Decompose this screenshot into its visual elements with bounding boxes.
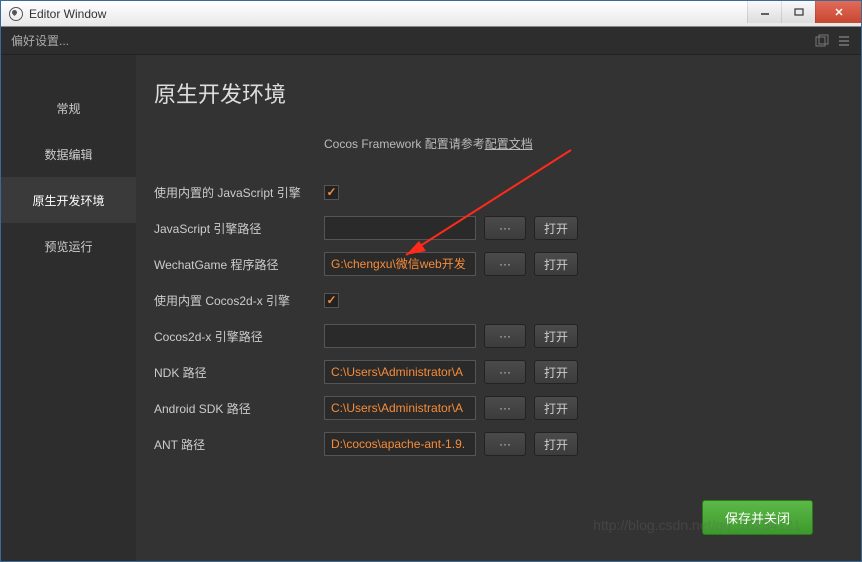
cocos-path-label: Cocos2d-x 引擎路径 xyxy=(154,328,324,345)
sidebar-item-label: 常规 xyxy=(56,100,80,117)
wechat-open-button[interactable]: 打开 xyxy=(534,252,578,276)
ant-path-input[interactable]: D:\cocos\apache-ant-1.9. xyxy=(324,432,476,456)
close-button[interactable] xyxy=(815,1,861,23)
js-engine-path-input[interactable] xyxy=(324,216,476,240)
sidebar-item-label: 预览运行 xyxy=(44,238,92,255)
framework-note: Cocos Framework 配置请参考配置文档 xyxy=(324,135,831,152)
ndk-path-input[interactable]: C:\Users\Administrator\A xyxy=(324,360,476,384)
use-builtin-cocos-label: 使用内置 Cocos2d-x 引擎 xyxy=(154,292,324,309)
app-icon xyxy=(9,7,23,21)
tab-preferences[interactable]: 偏好设置... xyxy=(11,32,69,49)
use-builtin-cocos-checkbox[interactable] xyxy=(324,293,339,308)
minimize-button[interactable] xyxy=(747,1,781,23)
sidebar-item-data-edit[interactable]: 数据编辑 xyxy=(1,131,136,177)
sidebar-item-general[interactable]: 常规 xyxy=(1,85,136,131)
sdk-path-label: Android SDK 路径 xyxy=(154,400,324,417)
sdk-path-input[interactable]: C:\Users\Administrator\A xyxy=(324,396,476,420)
ant-path-label: ANT 路径 xyxy=(154,436,324,453)
ndk-open-button[interactable]: 打开 xyxy=(534,360,578,384)
popout-icon[interactable] xyxy=(815,34,829,48)
row-use-builtin-js: 使用内置的 JavaScript 引擎 xyxy=(154,174,831,210)
cocos-open-button[interactable]: 打开 xyxy=(534,324,578,348)
wechat-path-input[interactable]: G:\chengxu\微信web开发 xyxy=(324,252,476,276)
footer: http://blog.csdn.net/qq_16234121 保存并关闭 xyxy=(154,493,831,541)
ant-open-button[interactable]: 打开 xyxy=(534,432,578,456)
editor-window: Editor Window 偏好设置... 常规 数据编辑 原生开发环境 预览运… xyxy=(0,0,862,562)
use-builtin-js-label: 使用内置的 JavaScript 引擎 xyxy=(154,184,324,201)
js-engine-browse-button[interactable]: ··· xyxy=(484,216,526,240)
row-sdk-path: Android SDK 路径 C:\Users\Administrator\A … xyxy=(154,390,831,426)
sidebar-item-label: 数据编辑 xyxy=(44,146,92,163)
row-js-engine-path: JavaScript 引擎路径 ··· 打开 xyxy=(154,210,831,246)
row-use-builtin-cocos: 使用内置 Cocos2d-x 引擎 xyxy=(154,282,831,318)
wechat-browse-button[interactable]: ··· xyxy=(484,252,526,276)
wechat-path-label: WechatGame 程序路径 xyxy=(154,256,324,273)
main-panel: 原生开发环境 Cocos Framework 配置请参考配置文档 使用内置的 J… xyxy=(136,55,861,561)
framework-note-text: Cocos Framework 配置请参考 xyxy=(324,137,485,151)
titlebar: Editor Window xyxy=(1,1,861,27)
cocos-browse-button[interactable]: ··· xyxy=(484,324,526,348)
watermark: http://blog.csdn.net/qq_16234121 xyxy=(593,517,801,533)
sdk-open-button[interactable]: 打开 xyxy=(534,396,578,420)
sidebar-item-label: 原生开发环境 xyxy=(32,192,104,209)
maximize-button[interactable] xyxy=(781,1,815,23)
sdk-browse-button[interactable]: ··· xyxy=(484,396,526,420)
tab-bar: 偏好设置... xyxy=(1,27,861,55)
sidebar-item-preview[interactable]: 预览运行 xyxy=(1,223,136,269)
page-title: 原生开发环境 xyxy=(154,77,831,109)
js-engine-path-label: JavaScript 引擎路径 xyxy=(154,220,324,237)
sidebar: 常规 数据编辑 原生开发环境 预览运行 xyxy=(1,55,136,561)
ndk-browse-button[interactable]: ··· xyxy=(484,360,526,384)
use-builtin-js-checkbox[interactable] xyxy=(324,185,339,200)
row-ant-path: ANT 路径 D:\cocos\apache-ant-1.9. ··· 打开 xyxy=(154,426,831,462)
config-doc-link[interactable]: 配置文档 xyxy=(485,137,533,151)
sidebar-item-native-dev[interactable]: 原生开发环境 xyxy=(1,177,136,223)
body: 常规 数据编辑 原生开发环境 预览运行 原生开发环境 Cocos Framewo… xyxy=(1,55,861,561)
row-cocos-path: Cocos2d-x 引擎路径 ··· 打开 xyxy=(154,318,831,354)
row-ndk-path: NDK 路径 C:\Users\Administrator\A ··· 打开 xyxy=(154,354,831,390)
menu-icon[interactable] xyxy=(837,34,851,48)
ant-browse-button[interactable]: ··· xyxy=(484,432,526,456)
window-controls xyxy=(747,1,861,26)
ndk-path-label: NDK 路径 xyxy=(154,364,324,381)
cocos-path-input[interactable] xyxy=(324,324,476,348)
row-wechat-path: WechatGame 程序路径 G:\chengxu\微信web开发 ··· 打… xyxy=(154,246,831,282)
window-title: Editor Window xyxy=(29,7,741,21)
js-engine-open-button[interactable]: 打开 xyxy=(534,216,578,240)
